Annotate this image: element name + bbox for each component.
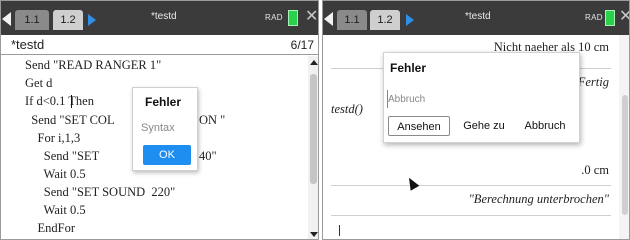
code-line: For i,1,3 xyxy=(25,131,81,145)
battery-icon xyxy=(288,10,298,26)
code-line: Wait 0.5 xyxy=(25,203,86,217)
scroll-thumb[interactable] xyxy=(622,95,628,215)
code-line: Send "READ RANGER 1" xyxy=(25,58,162,72)
separator xyxy=(331,215,611,216)
previous-page-icon[interactable] xyxy=(324,12,333,26)
history-result: "Berechnung unterbrochen" xyxy=(468,192,609,206)
angle-mode: RAD xyxy=(265,13,283,22)
code-line: Send "SET SOUND 220" xyxy=(25,185,176,199)
scroll-down-icon[interactable] xyxy=(310,232,318,237)
code-line-overlap: 40" xyxy=(199,149,217,163)
code-line: EndFor xyxy=(25,221,76,235)
tab-1-2[interactable]: 1.2 xyxy=(370,10,400,30)
top-bar: 1.1 1.2 *testd RAD ✕ xyxy=(323,1,629,35)
scroll-thumb[interactable] xyxy=(310,74,317,184)
history-output: Fertig xyxy=(577,75,609,89)
code-line: Send "SET xyxy=(25,149,100,163)
error-dialog: Fehler Abbruch Ansehen Gehe zu Abbruch xyxy=(383,52,580,143)
error-dialog: Fehler Syntax OK xyxy=(132,87,198,171)
tab-1-2[interactable]: 1.2 xyxy=(53,10,83,30)
history-scrollbar[interactable] xyxy=(619,35,629,239)
angle-mode: RAD xyxy=(585,13,603,22)
code-line-overlap: ON " xyxy=(199,113,226,127)
program-editor-panel: 1.1 1.2 *testd RAD ✕ *testd 6/17 Send "R… xyxy=(0,0,319,240)
battery-icon xyxy=(605,10,615,26)
tab-1-1[interactable]: 1.1 xyxy=(337,10,367,30)
abort-button[interactable]: Abbruch xyxy=(516,116,574,136)
separator xyxy=(331,185,611,186)
code-line: Get d xyxy=(25,76,53,90)
calculator-panel: 1.1 1.2 *testd RAD ✕ Nicht naeher als 10… xyxy=(322,0,630,240)
next-page-icon[interactable] xyxy=(88,14,96,26)
history-output-partial: .0 cm xyxy=(581,163,609,177)
next-page-icon[interactable] xyxy=(406,14,414,26)
text-caret xyxy=(71,95,72,108)
entry-line-caret[interactable] xyxy=(339,225,340,236)
code-line: Send "SET COL xyxy=(25,113,115,127)
line-counter: 6/17 xyxy=(290,38,314,52)
program-name: *testd xyxy=(11,37,45,52)
goto-button[interactable]: Gehe zu xyxy=(456,116,512,136)
error-title: Fehler xyxy=(390,61,427,75)
previous-page-icon[interactable] xyxy=(2,12,11,26)
close-icon[interactable]: ✕ xyxy=(619,9,629,25)
view-button[interactable]: Ansehen xyxy=(388,116,450,136)
document-title: *testd xyxy=(151,11,177,22)
history-input[interactable]: testd() xyxy=(331,102,363,117)
editor-header: *testd 6/17 xyxy=(1,35,318,55)
close-icon[interactable]: ✕ xyxy=(305,9,318,25)
error-title: Fehler xyxy=(145,95,182,109)
editor-scrollbar[interactable] xyxy=(308,56,318,239)
ok-button[interactable]: OK xyxy=(143,145,191,165)
error-message: Abbruch xyxy=(388,94,426,105)
top-bar: 1.1 1.2 *testd RAD ✕ xyxy=(1,1,318,35)
scroll-up-icon[interactable] xyxy=(310,60,318,65)
tab-1-1[interactable]: 1.1 xyxy=(15,10,49,30)
document-title: *testd xyxy=(465,11,491,22)
code-line: Wait 0.5 xyxy=(25,167,86,181)
error-message: Syntax xyxy=(141,122,175,134)
code-line: If d<0.1 Then xyxy=(25,94,94,108)
